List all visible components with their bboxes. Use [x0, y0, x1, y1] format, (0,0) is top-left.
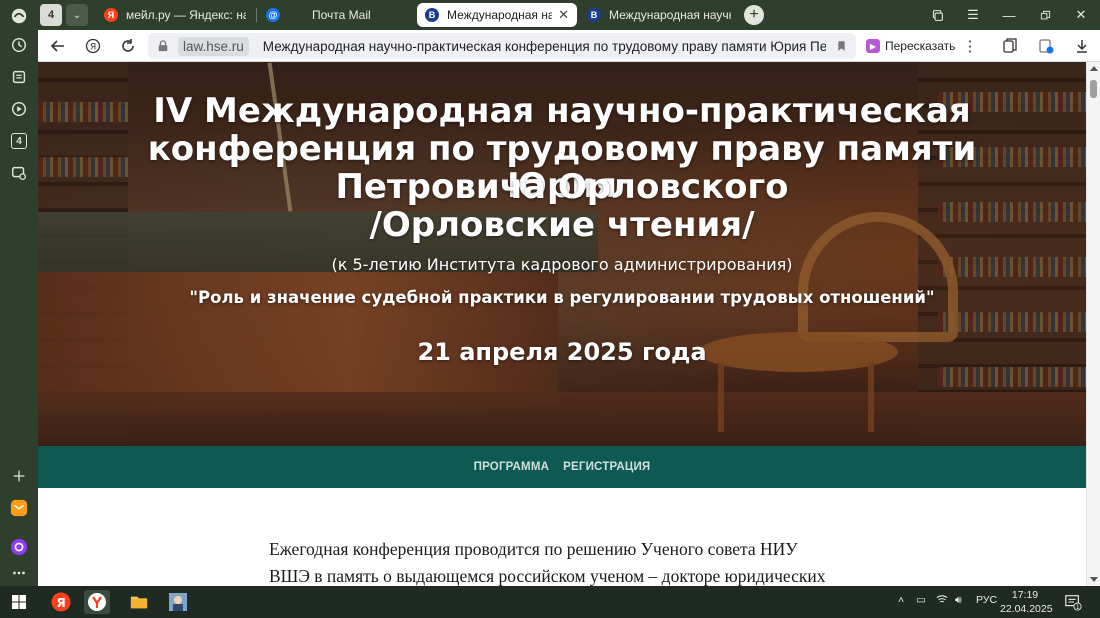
windows-taskbar: Я ˄ ▭ 🔊︎ РУС 17:19 22.04.2025 1 — [0, 586, 1100, 618]
more-dots-icon[interactable] — [8, 562, 30, 584]
browser-sidebar: 4 — [0, 0, 38, 586]
hero-title-line-3: Петровича Орловского — [335, 167, 789, 207]
notification-count: 1 — [1076, 605, 1080, 611]
browser-toolbar: Я law.hse.ru Международная научно-практи… — [38, 30, 1100, 62]
retell-label: Пересказать — [885, 39, 956, 53]
close-window-icon[interactable]: ✕ — [1070, 5, 1092, 25]
mail-favicon-icon: @ — [266, 8, 280, 22]
tab-list-chevron-icon[interactable]: ⌄ — [66, 4, 88, 26]
more-vertical-icon[interactable]: ⋮ — [960, 36, 980, 56]
volume-icon[interactable]: 🔊︎ — [955, 594, 962, 607]
hero-title-line-1: IV Международная научно-практическая — [153, 91, 971, 131]
scroll-thumb[interactable] — [1090, 80, 1097, 98]
tab-separator — [256, 8, 257, 22]
windows-start-icon[interactable] — [6, 590, 32, 614]
download-icon[interactable] — [1072, 36, 1092, 56]
language-indicator[interactable]: РУС — [976, 594, 997, 606]
intro-line-2: ВШЭ в память о выдающемся российском уче… — [269, 566, 826, 586]
extension-icon[interactable] — [1036, 36, 1056, 56]
menu-hamburger-icon[interactable]: ☰ — [962, 5, 984, 25]
reload-icon[interactable] — [118, 36, 138, 56]
new-tab-plus-icon[interactable]: + — [744, 5, 764, 25]
hero-text: IV Международная научно-практическая кон… — [38, 62, 1086, 446]
collections-icon[interactable] — [8, 66, 30, 88]
tab-title: Почта Mail — [312, 8, 371, 22]
retell-button[interactable]: ▶ Пересказать — [866, 36, 955, 56]
notification-center-icon[interactable]: 1 — [1060, 590, 1086, 614]
tab-title: Международная научно-практическая — [447, 8, 553, 22]
clock-time: 17:19 — [1011, 589, 1039, 601]
nav-link-program[interactable]: ПРОГРАММА — [474, 461, 549, 473]
screenshot-icon[interactable] — [8, 162, 30, 184]
page-viewport: IV Международная научно-практическая кон… — [38, 62, 1086, 586]
file-explorer-icon[interactable] — [126, 590, 152, 614]
retell-icon: ▶ — [866, 39, 880, 53]
yandex-browser-taskbar-icon[interactable] — [84, 590, 110, 614]
hero-subtitle: (к 5-летию Института кадрового администр… — [331, 255, 793, 274]
address-domain: law.hse.ru — [178, 36, 249, 56]
history-icon[interactable] — [8, 34, 30, 56]
page-scrollbar[interactable] — [1086, 62, 1100, 586]
tab-manager-icon[interactable] — [926, 5, 948, 25]
tab-title: Международная научно-практическая — [609, 8, 731, 22]
yandex-app-icon[interactable]: Я — [48, 590, 74, 614]
page-nav: ПРОГРАММА РЕГИСТРАЦИЯ — [38, 446, 1086, 488]
clock-date: 22.04.2025 — [1000, 603, 1053, 615]
battery-icon[interactable]: ▭ — [916, 594, 926, 606]
collections-toolbar-icon[interactable] — [1000, 36, 1020, 56]
system-clock[interactable]: 17:19 22.04.2025 — [1000, 588, 1053, 616]
wifi-icon[interactable] — [936, 594, 948, 608]
tab-count-button[interactable]: 4 — [40, 4, 62, 26]
svg-text:Я: Я — [57, 596, 66, 610]
svg-text:Я: Я — [90, 43, 96, 53]
add-panel-icon[interactable] — [8, 465, 30, 487]
close-tab-icon[interactable]: ✕ — [552, 7, 569, 23]
tab-mail[interactable]: @ Почта Mail — [258, 3, 416, 27]
tab-hse[interactable]: В Международная научно-практическая — [579, 3, 739, 27]
hero-quote: "Роль и значение судебной практики в рег… — [189, 288, 935, 307]
tab-hse-active[interactable]: В Международная научно-практическая ✕ — [417, 3, 577, 27]
nav-link-registration[interactable]: РЕГИСТРАЦИЯ — [563, 461, 650, 473]
address-bar[interactable]: law.hse.ru Международная научно-практиче… — [148, 33, 856, 59]
hero-title-line-4: /Орловские чтения/ — [369, 205, 755, 245]
restore-window-icon[interactable] — [1034, 5, 1056, 25]
tab-yandex-search[interactable]: Я мейл.ру — Яндекс: нашлось — [96, 3, 254, 27]
lock-icon[interactable] — [156, 39, 170, 53]
hero-date: 21 апреля 2025 года — [417, 338, 707, 366]
tab-title: мейл.ру — Яндекс: нашлось — [126, 8, 246, 22]
sidebar-tab-badge: 4 — [11, 133, 27, 149]
intro-line-1: Ежегодная конференция проводится по реше… — [269, 539, 798, 559]
tab-strip: 4 ⌄ Я мейл.ру — Яндекс: нашлось @ Почта … — [38, 0, 1100, 30]
browser-logo-icon[interactable] — [8, 5, 30, 27]
scroll-up-arrow-icon[interactable] — [1090, 66, 1098, 71]
intro-text: Ежегодная конференция проводится по реше… — [269, 536, 849, 586]
yandex-home-icon[interactable]: Я — [83, 36, 103, 56]
tabs-counter-icon[interactable]: 4 — [8, 130, 30, 152]
back-arrow-icon[interactable] — [48, 36, 68, 56]
minimize-icon[interactable]: — — [998, 5, 1020, 25]
yandex-favicon-icon: Я — [104, 8, 118, 22]
alice-assistant-icon[interactable] — [8, 536, 30, 558]
hero-banner: IV Международная научно-практическая кон… — [38, 62, 1086, 446]
hse-favicon-icon: В — [587, 8, 601, 22]
address-page-title: Международная научно-практическая конфер… — [262, 38, 826, 54]
scroll-down-arrow-icon[interactable] — [1090, 577, 1098, 582]
tray-overflow-chevron-icon[interactable]: ˄ — [898, 594, 904, 606]
video-icon[interactable] — [8, 98, 30, 120]
hse-favicon-icon: В — [425, 8, 439, 22]
user-app-icon[interactable] — [165, 590, 191, 614]
mail-app-icon[interactable] — [8, 497, 30, 519]
bookmark-icon[interactable] — [834, 39, 848, 53]
